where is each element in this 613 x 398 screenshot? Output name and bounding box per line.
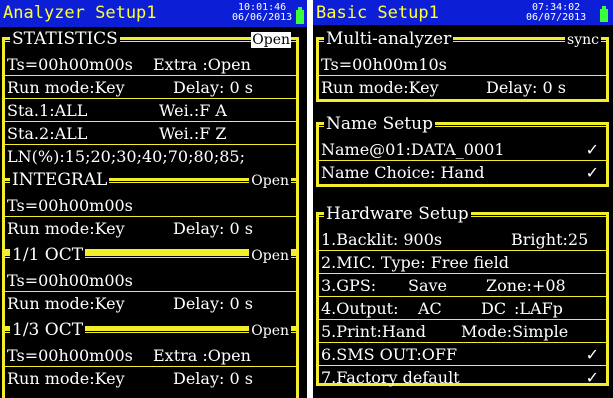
screen-title: Analyzer Setup1 <box>3 3 157 23</box>
battery-icon <box>296 7 304 24</box>
integral-ts-row[interactable]: Ts=00h00m00s <box>4 194 297 217</box>
analyzer-setup-screen: Analyzer Setup1 10:01:46 06/06/2013 STAT… <box>0 0 307 398</box>
run-mode-value: Run mode:Key <box>321 78 439 97</box>
mode-value: Mode:Simple <box>461 322 569 341</box>
name01-row[interactable]: Name@01:DATA_0001 ✓ <box>318 138 607 161</box>
oct3-status[interactable]: Open <box>249 323 291 339</box>
print-row[interactable]: 5.Print:Hand Mode:Simple <box>318 320 607 343</box>
mic-row[interactable]: 2.MIC. Type: Free field <box>318 251 607 274</box>
run-mode-value: Run mode:Key <box>7 78 125 97</box>
wei1-value: Wei.:F A <box>159 101 227 120</box>
clock: 10:01:46 06/06/2013 <box>232 3 292 23</box>
check-icon: ✓ <box>585 140 599 159</box>
oct3-panel[interactable]: 1/3 OCT Open Ts=00h00m00s Extra :Open Ru… <box>2 320 299 398</box>
integral-runmode-row[interactable]: Run mode:Key Delay: 0 s <box>4 217 297 240</box>
clock-date: 06/07/2013 <box>526 12 587 23</box>
multi-analyzer-title: Multi-analyzer <box>324 29 454 49</box>
delay-value: Delay: 0 s <box>173 294 253 313</box>
ts-value: Ts=00h00m00s <box>7 196 133 215</box>
multi-analyzer-panel[interactable]: Multi-analyzer sync Ts=00h00m10s Run mod… <box>316 29 609 102</box>
ts-value: Ts=00h00m00s <box>7 346 133 365</box>
oct1-status[interactable]: Open <box>249 248 291 264</box>
ts-value: Ts=00h00m00s <box>7 271 133 290</box>
basic-setup-screen: Basic Setup1 07:34:02 06/07/2013 Multi-a… <box>313 0 613 398</box>
sms-value: 6.SMS OUT:OFF <box>321 345 458 364</box>
print-value: 5.Print:Hand <box>321 322 426 341</box>
wei2-value: Wei.:F Z <box>159 124 227 143</box>
factory-default-row[interactable]: 7.Factory default ✓ <box>318 366 607 389</box>
statistics-sta1-row[interactable]: Sta.1:ALL Wei.:F A <box>4 99 297 122</box>
oct3-ts-row[interactable]: Ts=00h00m00s Extra :Open <box>4 344 297 367</box>
screen-title: Basic Setup1 <box>316 3 439 23</box>
delay-value: Delay: 0 s <box>173 78 253 97</box>
oct1-runmode-row[interactable]: Run mode:Key Delay: 0 s <box>4 292 297 315</box>
oct3-title: 1/3 OCT <box>10 320 86 340</box>
run-mode-value: Run mode:Key <box>7 294 125 313</box>
multi-analyzer-status[interactable]: sync <box>565 32 601 48</box>
statistics-runmode-row[interactable]: Run mode:Key Delay: 0 s <box>4 76 297 99</box>
statistics-status[interactable]: Open <box>251 32 291 48</box>
check-icon: ✓ <box>585 368 599 387</box>
hardware-setup-panel[interactable]: Hardware Setup 1.Backlit: 900s Bright:25… <box>316 204 609 389</box>
delay-value: Delay: 0 s <box>173 369 253 388</box>
hardware-setup-title: Hardware Setup <box>324 204 471 224</box>
name-setup-title: Name Setup <box>324 114 435 134</box>
ts-value: Ts=00h00m10s <box>321 55 447 74</box>
integral-status[interactable]: Open <box>249 173 291 189</box>
bright-value: Bright:25 <box>511 230 589 249</box>
backlit-value: 1.Backlit: 900s <box>321 230 443 249</box>
factory-default-value: 7.Factory default <box>321 368 460 387</box>
sta1-value: Sta.1:ALL <box>7 101 88 120</box>
multi-runmode-row[interactable]: Run mode:Key Delay: 0 s <box>318 76 607 99</box>
extra-value: Extra :Open <box>153 346 251 365</box>
delay-value: Delay: 0 s <box>486 78 566 97</box>
oct1-title: 1/1 OCT <box>10 245 86 265</box>
statistics-title: STATISTICS <box>10 29 120 49</box>
backlit-row[interactable]: 1.Backlit: 900s Bright:25 <box>318 228 607 251</box>
title-bar: Analyzer Setup1 10:01:46 06/06/2013 <box>0 0 307 27</box>
output-lafp: :LAFp <box>514 299 563 318</box>
output-ac: AC <box>418 299 442 318</box>
run-mode-value: Run mode:Key <box>7 369 125 388</box>
multi-ts-row[interactable]: Ts=00h00m10s <box>318 53 607 76</box>
integral-panel[interactable]: INTEGRAL Open Ts=00h00m00s Run mode:Key … <box>2 170 299 254</box>
extra-value: Extra :Open <box>153 55 251 74</box>
ln-value: LN(%):15;20;30;40;70;80;85; <box>7 147 245 166</box>
oct3-runmode-row[interactable]: Run mode:Key Delay: 0 s <box>4 367 297 390</box>
oct1-ts-row[interactable]: Ts=00h00m00s <box>4 269 297 292</box>
sta2-value: Sta.2:ALL <box>7 124 88 143</box>
mic-value: 2.MIC. Type: Free field <box>321 253 509 272</box>
ts-value: Ts=00h00m00s <box>7 55 133 74</box>
check-icon: ✓ <box>585 163 599 182</box>
oct1-panel[interactable]: 1/1 OCT Open Ts=00h00m00s Run mode:Key D… <box>2 245 299 329</box>
statistics-ln-row[interactable]: LN(%):15;20;30;40;70;80;85; <box>4 145 297 168</box>
clock-date: 06/06/2013 <box>232 12 293 23</box>
zone-value: Zone:+08 <box>486 276 566 295</box>
output-row[interactable]: 4.Output: AC DC :LAFp <box>318 297 607 320</box>
gps-label: 3.GPS: <box>321 276 377 295</box>
integral-title: INTEGRAL <box>10 170 110 190</box>
name-choice-value: Name Choice: Hand <box>321 163 485 182</box>
statistics-ts-row[interactable]: Ts=00h00m00s Extra :Open <box>4 53 297 76</box>
output-dc: DC <box>481 299 507 318</box>
name01-value: Name@01:DATA_0001 <box>321 140 505 159</box>
run-mode-value: Run mode:Key <box>7 219 125 238</box>
check-icon: ✓ <box>585 345 599 364</box>
clock: 07:34:02 06/07/2013 <box>526 3 586 23</box>
gps-save: Save <box>408 276 448 295</box>
gps-row[interactable]: 3.GPS: Save Zone:+08 <box>318 274 607 297</box>
statistics-sta2-row[interactable]: Sta.2:ALL Wei.:F Z <box>4 122 297 145</box>
output-label: 4.Output: <box>321 299 399 318</box>
delay-value: Delay: 0 s <box>173 219 253 238</box>
name-setup-panel[interactable]: Name Setup Name@01:DATA_0001 ✓ Name Choi… <box>316 114 609 187</box>
title-bar: Basic Setup1 07:34:02 06/07/2013 <box>313 0 613 25</box>
name-choice-row[interactable]: Name Choice: Hand ✓ <box>318 161 607 184</box>
battery-icon <box>600 6 608 22</box>
sms-row[interactable]: 6.SMS OUT:OFF ✓ <box>318 343 607 366</box>
